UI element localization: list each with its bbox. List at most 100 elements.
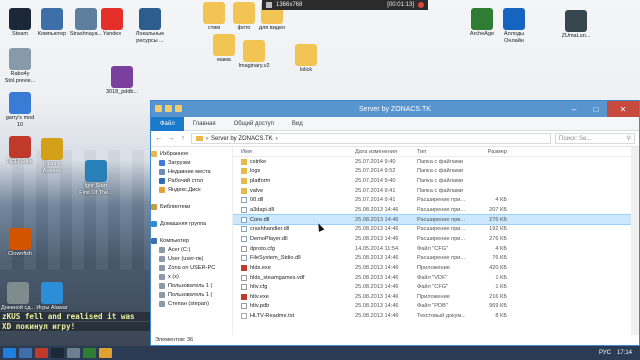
file-row[interactable]: 00.dll 25.07.2014 9:41 Расширение при... 4 … — [233, 196, 639, 206]
desktop-icon-item[interactable]: Imaginary.v2 — [228, 40, 280, 70]
desktop-icon-item[interactable]: Igor Starr First Of The... — [70, 160, 122, 196]
title-bar[interactable]: Server by ZONACS.TK – □ ✕ — [151, 101, 639, 117]
file-row[interactable]: platform 25.07.2014 9:40 Папка с файлами — [233, 176, 639, 186]
file-date: 25.08.2013 14:46 — [355, 235, 399, 242]
file-type: Файл "PDB" — [417, 303, 448, 310]
maximize-button[interactable]: □ — [585, 101, 607, 117]
nav-recent[interactable]: Недавние места — [151, 167, 232, 176]
file-name-cell: hlds.exe — [233, 264, 355, 271]
allods-icon — [503, 8, 525, 30]
file-row[interactable]: logs 25.07.2014 9:52 Папка с файлами — [233, 167, 639, 177]
nav-libraries[interactable]: Библиотеки — [151, 202, 232, 211]
close-button[interactable]: ✕ — [607, 101, 639, 117]
file-row[interactable]: Core.dll 25.08.2013 14:46 Расширение при..… — [233, 213, 639, 226]
desktop-icon-item[interactable]: Clownfish — [0, 228, 46, 258]
nav-user1b[interactable]: Пользователь 1 ( — [151, 290, 232, 299]
desktop-icon-label: lolick — [299, 67, 313, 73]
tab-home[interactable]: Главная — [184, 117, 225, 131]
stop-icon[interactable] — [266, 2, 272, 8]
file-row[interactable]: crashhandler.dll 25.08.2013 14:46 Расширен… — [233, 224, 639, 234]
file-type: Папка с файлами — [417, 158, 463, 165]
zuma-icon — [565, 10, 587, 32]
nav-drive-x[interactable]: x (x) — [151, 272, 232, 281]
file-row[interactable]: hltv.exe 25.08.2013 14:46 Приложение 216 КБ — [233, 292, 639, 302]
desktop-icon-item[interactable]: Локальные ресурсы ... — [124, 8, 176, 44]
desktop-icon-label: ZUmaLun... — [561, 33, 591, 39]
file-name: HLTV-Readme.txt — [250, 313, 295, 320]
properties-icon[interactable] — [165, 105, 172, 112]
desktop-icon-item[interactable]: Игры Alawar — [26, 282, 78, 312]
nav-computer[interactable]: Компьютер — [151, 236, 232, 245]
desktop-icon-label: Локальные ресурсы ... — [135, 31, 165, 44]
music-icon — [85, 160, 107, 182]
nav-drive-c[interactable]: Acer (C:) — [151, 245, 232, 254]
desktop-icon-label: Igor Starr First Of The... — [79, 183, 113, 196]
start-button[interactable] — [3, 348, 16, 358]
vertical-scrollbar[interactable] — [631, 147, 639, 337]
minimize-button[interactable]: – — [563, 101, 585, 117]
desktop-icon-item[interactable]: garry's mod 10 — [0, 92, 46, 128]
desktop-icon-item[interactable]: 3018_pddb... — [96, 66, 148, 96]
desktop-icon-item[interactable]: Аллоды Онлайн — [488, 8, 540, 44]
tab-share[interactable]: Общий доступ — [225, 117, 283, 131]
record-icon[interactable] — [418, 2, 424, 8]
item-count: Элементов: 36 — [155, 337, 194, 343]
back-icon[interactable]: ← — [155, 135, 163, 142]
file-row[interactable]: DemoPlayer.dll 25.08.2013 14:46 Расширение… — [233, 234, 639, 244]
tab-view[interactable]: Вид — [283, 117, 312, 131]
breadcrumb[interactable]: Server by ZONACS.TK — [211, 136, 273, 142]
address-row: ← → ↑ › Server by ZONACS.TK › Поиск: Se.… — [151, 131, 639, 147]
column-name[interactable]: Имя — [233, 149, 355, 155]
nav-desktop[interactable]: Рабочий стол — [151, 176, 232, 185]
config-file-icon — [241, 274, 247, 281]
column-size[interactable]: Размер — [471, 149, 507, 155]
nav-homegroup[interactable]: Домашняя группа — [151, 219, 232, 228]
new-folder-icon[interactable] — [175, 105, 182, 112]
nav-drive-user[interactable]: User (user-пк) — [151, 254, 232, 263]
desktop-icon-item[interactable]: lolick — [280, 44, 332, 74]
column-type[interactable]: Тип — [417, 149, 471, 155]
file-name: a3dapi.dll — [250, 207, 274, 214]
clock[interactable]: 17:14 — [617, 350, 632, 356]
column-date[interactable]: Дата изменения — [355, 149, 417, 155]
search-input[interactable]: Поиск: Se... ⚲ — [555, 133, 635, 144]
nav-downloads[interactable]: Загрузки — [151, 158, 232, 167]
file-type: Файл "CFG" — [417, 284, 449, 291]
file-row[interactable]: HLTV-Readme.txt 25.08.2013 14:46 Текстовый… — [233, 311, 639, 321]
explorer-window: Server by ZONACS.TK – □ ✕ Файл Главная О… — [150, 100, 640, 346]
nav-yadisk[interactable]: Яндекс.Диск — [151, 185, 232, 194]
quick-access-toolbar — [155, 105, 182, 112]
taskbar-explorer-icon[interactable] — [19, 348, 32, 358]
up-icon[interactable]: ↑ — [179, 135, 187, 142]
desktop-icon-item[interactable]: ZUmaLun... — [550, 10, 602, 40]
file-row[interactable]: a3dapi.dll 25.08.2013 14:46 Расширение при… — [233, 205, 639, 215]
file-row[interactable]: cstrike 25.07.2014 9:40 Папка с файлами — [233, 157, 639, 167]
address-bar[interactable]: › Server by ZONACS.TK › — [191, 133, 551, 144]
tab-file[interactable]: Файл — [151, 116, 184, 131]
language-indicator[interactable]: РУС — [599, 350, 611, 356]
file-row[interactable]: hltv.pdb 25.08.2013 14:46 Файл "PDB" 969 КБ — [233, 302, 639, 312]
nav-user1a[interactable]: Пользователь 1 ( — [151, 281, 232, 290]
desktop-icon-label: 3018_pddb... — [105, 89, 139, 95]
dll-file-icon — [241, 216, 247, 223]
file-date: 25.08.2013 14:46 — [355, 255, 399, 262]
taskbar-game-icon[interactable] — [83, 348, 96, 358]
file-row[interactable]: hlds_steamgames.vdf 25.08.2013 14:46 Файл … — [233, 273, 639, 283]
taskbar-steam-icon[interactable] — [51, 348, 64, 358]
taskbar-yandex-icon[interactable] — [35, 348, 48, 358]
file-row[interactable]: hltv.cfg 25.08.2013 14:46 Файл "CFG" 1 КБ — [233, 282, 639, 292]
file-name: crashhandler.dll — [250, 226, 290, 233]
taskbar-app-icon[interactable] — [67, 348, 80, 358]
file-row[interactable]: valve 25.07.2014 9:41 Папка с файлами — [233, 186, 639, 196]
folder-icon[interactable] — [155, 105, 162, 112]
nav-stepan[interactable]: Степан (stepan) — [151, 299, 232, 308]
file-row[interactable]: dproto.cfg 14.05.2014 11:54 Файл "CFG" 4 КБ — [233, 244, 639, 254]
file-row[interactable]: FileSystem_Stdio.dll 25.08.2013 14:46 Расш… — [233, 253, 639, 263]
desktop-icon-item[interactable]: Rabo4y Stol.previe... — [0, 48, 46, 84]
forward-icon[interactable]: → — [167, 135, 175, 142]
desktop-icon-label: Clownfish — [8, 251, 32, 257]
taskbar-folder-icon[interactable] — [99, 348, 112, 358]
file-row[interactable]: hlds.exe 25.08.2013 14:46 Приложение 420 КБ — [233, 263, 639, 273]
nav-favorites[interactable]: Избранное — [151, 149, 232, 158]
nav-zona[interactable]: Zona on USER-PC — [151, 263, 232, 272]
